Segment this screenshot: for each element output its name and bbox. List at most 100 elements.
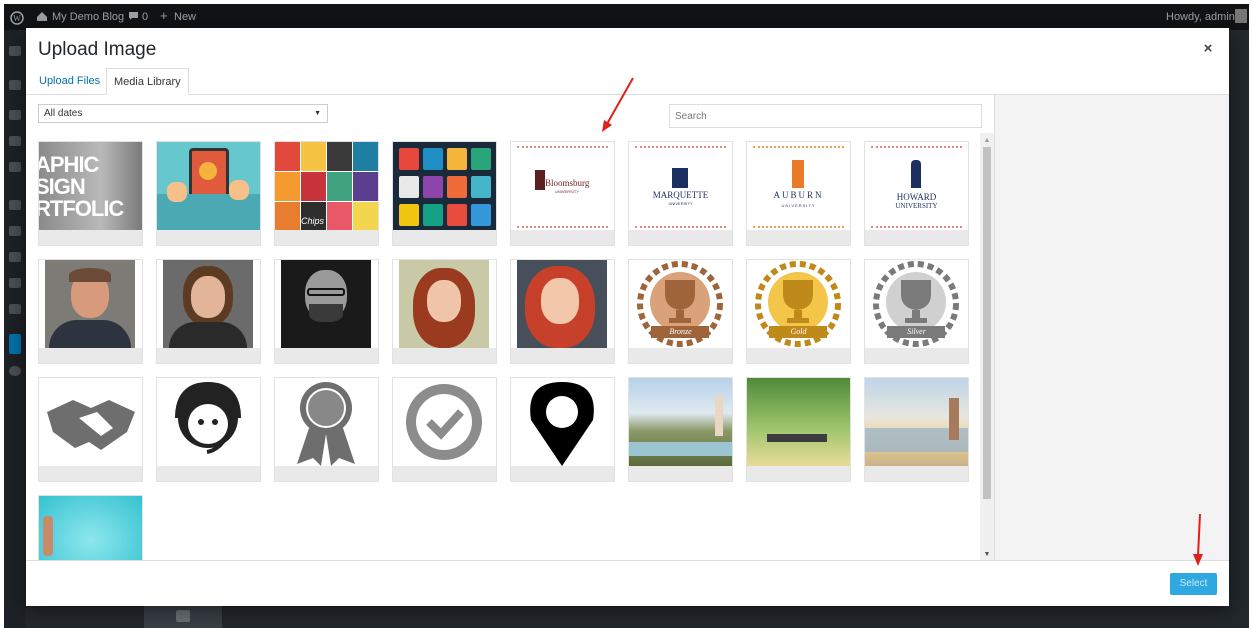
media-thumbnail-portrait-curly-hair-woman[interactable] <box>392 259 497 364</box>
search-input[interactable] <box>669 104 982 128</box>
marquette-subtext: UNIVERSITY <box>668 201 693 206</box>
tablet-gears-illustration-image <box>157 142 260 230</box>
media-thumbnail-handshake-icon[interactable] <box>38 377 143 482</box>
media-thumbnail-gold-trophy-award[interactable]: Gold <box>746 259 851 364</box>
marquette-logo-image: MARQUETTE UNIVERSITY <box>629 142 732 230</box>
thumbnail-footer <box>275 230 378 245</box>
select-button[interactable]: Select <box>1170 573 1217 595</box>
headset-support-icon-image <box>157 378 260 466</box>
media-thumbnail-colorful-icon-collage[interactable]: Chips <box>274 141 379 246</box>
bloomsburg-subtext: UNIVERSITY <box>555 189 580 194</box>
media-thumbnail-map-pin-icon[interactable] <box>510 377 615 482</box>
users-icon[interactable] <box>9 252 21 262</box>
posts-icon[interactable] <box>9 80 21 90</box>
howdy-greeting[interactable]: Howdy, admin <box>1166 11 1235 23</box>
media-thumbnail-yoga-sunset-photo[interactable] <box>864 377 969 482</box>
media-thumbnail-headset-support-icon[interactable] <box>156 377 261 482</box>
map-pin-icon-image <box>511 378 614 466</box>
pages-icon[interactable] <box>9 136 21 146</box>
page-content-strip <box>144 604 222 628</box>
home-icon <box>36 11 48 25</box>
thumbnail-footer <box>393 348 496 363</box>
new-content-link[interactable]: New <box>174 11 196 23</box>
silver-trophy-award-image: Silver <box>865 260 968 348</box>
media-thumbnail-app-icons-grid[interactable] <box>392 141 497 246</box>
modal-title: Upload Image <box>38 39 157 60</box>
thumbnail-footer <box>393 466 496 481</box>
upload-image-modal: Upload Image × Upload Files Media Librar… <box>26 28 1229 606</box>
scroll-thumb[interactable] <box>983 147 991 499</box>
thumbnail-footer <box>747 348 850 363</box>
admin-sidebar <box>4 30 26 628</box>
media-thumbnail-woman-by-water-photo[interactable] <box>38 495 143 560</box>
comments-icon[interactable] <box>128 11 139 24</box>
plugins-icon[interactable] <box>9 226 21 236</box>
media-thumbnail-auburn-logo[interactable]: AUBURN UNIVERSITY <box>746 141 851 246</box>
checkmark-badge-icon-image <box>393 378 496 466</box>
thumbnail-footer <box>275 348 378 363</box>
media-thumbnail-tablet-gears-illustration[interactable] <box>156 141 261 246</box>
collapse-menu-icon[interactable] <box>9 366 21 376</box>
howard-text: HOWARD <box>896 192 937 202</box>
graphic-design-portfolio-image: APHIC SIGN RTFOLIC <box>39 142 142 230</box>
media-thumbnail-portrait-smiling-woman[interactable] <box>156 259 261 364</box>
wordpress-logo-icon[interactable]: W <box>10 11 24 28</box>
thumbnail-footer <box>39 348 142 363</box>
appearance-icon[interactable] <box>9 200 21 210</box>
media-thumbnail-portrait-red-hair-woman[interactable] <box>510 259 615 364</box>
portrait-curly-hair-woman-image <box>393 260 496 348</box>
yoga-lake-photo-image <box>629 378 732 466</box>
media-thumbnail-yoga-lake-photo[interactable] <box>628 377 733 482</box>
date-filter-value: All dates <box>44 108 83 119</box>
thumbnail-footer <box>747 466 850 481</box>
app-icons-grid-image <box>393 142 496 230</box>
svg-text:W: W <box>13 14 21 23</box>
scroll-up-arrow-icon[interactable]: ▲ <box>980 137 994 144</box>
portrait-bearded-man-bw-image <box>275 260 378 348</box>
media-thumbnail-checkmark-badge-icon[interactable] <box>392 377 497 482</box>
trophy-silver-label: Silver <box>907 327 926 336</box>
modal-tabs: Upload Files Media Library <box>26 68 1229 95</box>
attachment-details-panel <box>994 95 1229 560</box>
bronze-trophy-award-image: Bronze <box>629 260 732 348</box>
media-thumbnail-graphic-design-portfolio[interactable]: APHIC SIGN RTFOLIC <box>38 141 143 246</box>
active-plugin-icon[interactable] <box>9 334 21 354</box>
auburn-logo-image: AUBURN UNIVERSITY <box>747 142 850 230</box>
auburn-text: AUBURN <box>773 190 824 200</box>
date-filter-select[interactable]: All dates ▼ <box>38 104 328 123</box>
handshake-icon-image <box>39 378 142 466</box>
thumbnail-footer <box>629 466 732 481</box>
media-thumbnail-howard-logo[interactable]: HOWARD UNIVERSITY <box>864 141 969 246</box>
tab-media-library[interactable]: Media Library <box>106 68 189 95</box>
media-icon[interactable] <box>9 110 21 120</box>
media-thumbnail-portrait-man-suit[interactable] <box>38 259 143 364</box>
dashboard-icon[interactable] <box>9 46 21 56</box>
media-thumbnail-silver-trophy-award[interactable]: Silver <box>864 259 969 364</box>
tools-icon[interactable] <box>9 278 21 288</box>
thumbnail-footer <box>511 348 614 363</box>
tab-upload-files[interactable]: Upload Files <box>32 68 107 95</box>
scroll-down-arrow-icon[interactable]: ▼ <box>980 551 994 558</box>
portrait-red-hair-woman-image <box>511 260 614 348</box>
settings-icon[interactable] <box>9 304 21 314</box>
woman-by-water-photo-image <box>39 496 142 560</box>
thumbnail-footer <box>747 230 850 245</box>
auburn-subtext: UNIVERSITY <box>781 203 816 208</box>
media-thumbnail-award-ribbon-icon[interactable] <box>274 377 379 482</box>
media-thumbnail-bronze-trophy-award[interactable]: Bronze <box>628 259 733 364</box>
media-thumbnail-marquette-logo[interactable]: MARQUETTE UNIVERSITY <box>628 141 733 246</box>
thumbnail-footer <box>511 230 614 245</box>
marquette-text: MARQUETTE <box>652 190 709 200</box>
thumbnail-footer <box>629 348 732 363</box>
site-name-link[interactable]: My Demo Blog <box>52 11 124 23</box>
thumbnail-footer <box>157 230 260 245</box>
trophy-gold-label: Gold <box>790 327 807 336</box>
comments-menu-icon[interactable] <box>9 162 21 172</box>
media-thumbnail-bloomsburg-logo[interactable]: Bloomsburg UNIVERSITY <box>510 141 615 246</box>
portrait-smiling-woman-image <box>157 260 260 348</box>
media-thumbnail-yoga-group-outdoor-photo[interactable] <box>746 377 851 482</box>
close-icon[interactable]: × <box>1201 41 1215 56</box>
avatar[interactable] <box>1235 9 1247 23</box>
grid-scrollbar[interactable]: ▲ ▼ <box>980 133 994 560</box>
media-thumbnail-portrait-bearded-man-bw[interactable] <box>274 259 379 364</box>
